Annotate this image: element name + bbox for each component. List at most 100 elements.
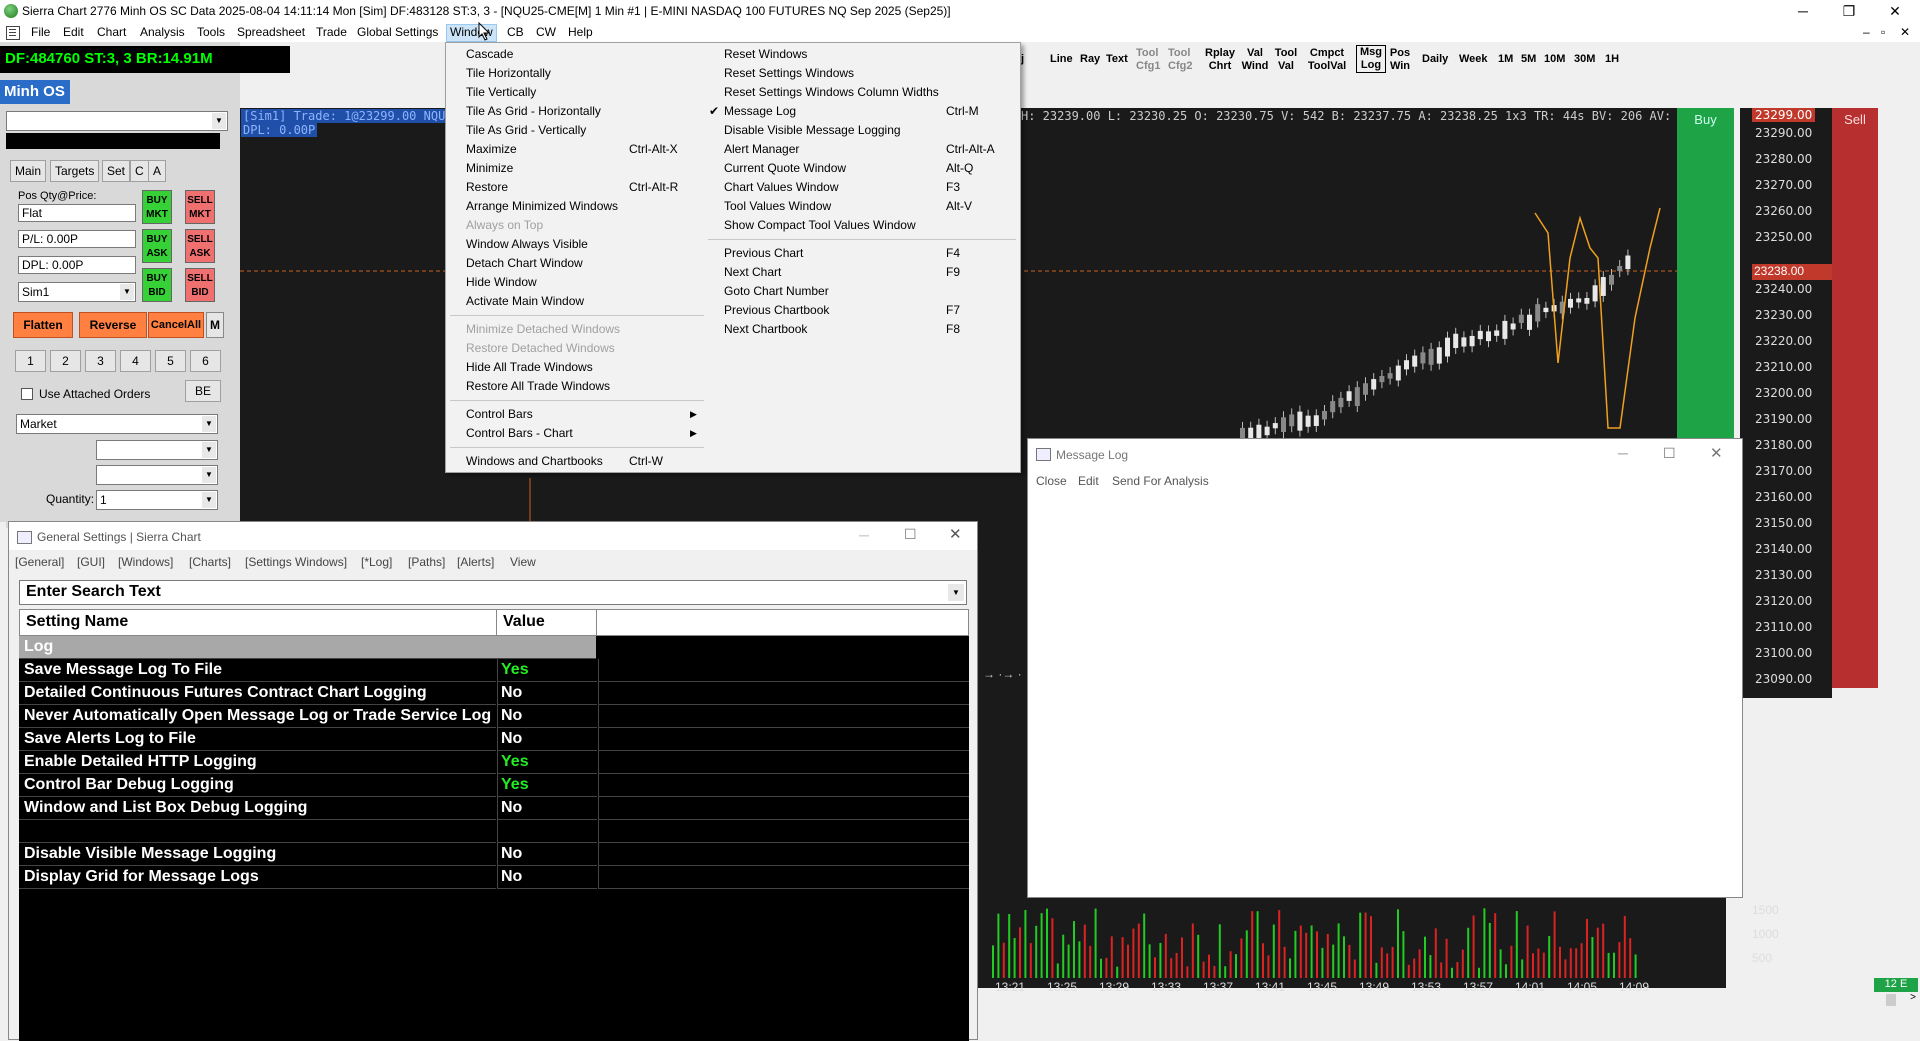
menu-item-restore[interactable]: Restore [466,180,508,194]
menu-item-activate-main-window[interactable]: Activate Main Window [466,294,584,308]
menu-item-next-chart[interactable]: Next Chart [724,265,781,279]
menu-global-settings[interactable]: Global Settings [354,25,441,39]
table-row[interactable]: Detailed Continuous Futures Contract Cha… [19,682,969,705]
gs-tab-view[interactable]: View [510,555,536,569]
tool-cfg2[interactable]: Tool Cfg2 [1168,47,1192,73]
table-row[interactable]: Save Alerts Log to File No [19,728,969,751]
menu-item-goto-chart-number[interactable]: Goto Chart Number [724,284,829,298]
menu-analysis[interactable]: Analysis [137,25,188,39]
tool-text[interactable]: Text [1106,53,1128,66]
menu-trade[interactable]: Trade [313,25,350,39]
setting-value[interactable]: No [497,682,597,705]
price-select-2[interactable]: ▼ [96,465,218,485]
menu-item-disable-visible-logging[interactable]: Disable Visible Message Logging [724,123,901,137]
chevron-right-icon[interactable]: > [1910,992,1916,1003]
table-row[interactable]: Save Message Log To File Yes [19,659,969,682]
chevron-down-icon[interactable]: ▼ [948,584,964,601]
close-button[interactable]: ✕ [1872,0,1918,23]
buy-ask-button[interactable]: BUY ASK [142,229,172,263]
buy-bid-button[interactable]: BUY BID [142,268,172,302]
document-icon[interactable] [6,26,20,40]
menu-item-arrange-minimized[interactable]: Arrange Minimized Windows [466,199,618,213]
menu-item-tile-vertically[interactable]: Tile Vertically [466,85,536,99]
table-row[interactable]: Never Automatically Open Message Log or … [19,705,969,728]
setting-value[interactable]: No [497,705,597,728]
daily-button[interactable]: Daily [1422,53,1448,66]
tab-a[interactable]: A [148,160,167,182]
menu-item-compact-tool-values[interactable]: Show Compact Tool Values Window [724,218,916,232]
tab-c[interactable]: C [130,160,149,182]
menu-item-window-always-visible[interactable]: Window Always Visible [466,237,588,251]
gs-tab-gui[interactable]: [GUI] [77,555,105,569]
buy-column[interactable]: Buy [1677,108,1734,442]
menu-cb[interactable]: CB [504,25,527,39]
search-input[interactable]: Enter Search Text ▼ [19,580,967,605]
maximize-button[interactable]: ☐ [904,526,917,543]
table-row[interactable]: Disable Visible Message Logging No [19,843,969,866]
menu-spreadsheet[interactable]: Spreadsheet [234,25,308,39]
sell-ask-button[interactable]: SELL ASK [185,229,215,263]
menu-item-control-bars[interactable]: Control Bars [466,407,533,421]
menu-item-previous-chart[interactable]: Previous Chart [724,246,803,260]
menu-cw[interactable]: CW [533,25,559,39]
10m-button[interactable]: 10M [1544,53,1565,66]
qty-button-4[interactable]: 4 [120,350,151,372]
msglog-send-for-analysis[interactable]: Send For Analysis [1112,474,1209,488]
1m-button[interactable]: 1M [1498,53,1513,66]
msglog-close[interactable]: Close [1036,474,1067,488]
m-button[interactable]: M [206,312,224,338]
gs-tab-paths[interactable]: [Paths] [408,555,445,569]
val-wind-button[interactable]: Val Wind [1240,47,1270,73]
quantity-input[interactable]: 1 ▼ [96,490,218,510]
cancel-all-button[interactable]: CancelAll [148,312,204,338]
tab-set[interactable]: Set [102,160,131,182]
tab-targets[interactable]: Targets [50,160,100,182]
setting-value[interactable]: No [497,797,597,820]
setting-value[interactable]: No [497,843,597,866]
minimize-button[interactable]: ─ [1618,445,1628,461]
menu-tools[interactable]: Tools [194,25,228,39]
minimize-button[interactable]: ─ [859,527,869,543]
1h-button[interactable]: 1H [1605,53,1619,66]
menu-item-hide-all-trade-windows[interactable]: Hide All Trade Windows [466,360,593,374]
setting-value[interactable]: No [497,866,597,889]
menu-item-tile-grid-horizontally[interactable]: Tile As Grid - Horizontally [466,104,601,118]
qty-button-5[interactable]: 5 [155,350,186,372]
menu-item-windows-and-chartbooks[interactable]: Windows and Chartbooks [466,454,603,468]
close-button[interactable]: ✕ [949,525,962,543]
child-restore-button[interactable]: ▫ [1878,25,1888,39]
setting-value[interactable]: No [497,728,597,751]
30m-button[interactable]: 30M [1574,53,1595,66]
sell-column[interactable]: Sell [1832,108,1878,688]
gs-tab-log[interactable]: [*Log] [361,555,392,569]
menu-item-chart-values-window[interactable]: Chart Values Window [724,180,839,194]
child-close-button[interactable]: ✕ [1897,25,1913,39]
horizontal-scrollbar[interactable]: > [980,992,1920,1008]
menu-file[interactable]: File [28,25,53,39]
menu-item-next-chartbook[interactable]: Next Chartbook [724,322,807,336]
tool-ray[interactable]: Ray [1080,53,1100,66]
menu-item-current-quote-window[interactable]: Current Quote Window [724,161,846,175]
menu-item-reset-windows[interactable]: Reset Windows [724,47,807,61]
sell-bid-button[interactable]: SELL BID [185,268,215,302]
compact-toolval-button[interactable]: Cmpct ToolVal [1305,47,1349,73]
menu-item-cascade[interactable]: Cascade [466,47,513,61]
symbol-select[interactable]: ▼ [6,111,228,131]
5m-button[interactable]: 5M [1521,53,1536,66]
gs-tab-settings-windows[interactable]: [Settings Windows] [245,555,347,569]
child-minimize-button[interactable]: ‒ [1860,25,1873,39]
maximize-button[interactable]: ☐ [1663,445,1676,462]
qty-button-3[interactable]: 3 [85,350,116,372]
menu-item-tile-grid-vertically[interactable]: Tile As Grid - Vertically [466,123,586,137]
close-button[interactable]: ✕ [1710,444,1723,462]
menu-chart[interactable]: Chart [94,25,129,39]
attached-orders-checkbox[interactable] [21,388,33,400]
menu-item-detach-chart-window[interactable]: Detach Chart Window [466,256,583,270]
menu-item-tool-values-window[interactable]: Tool Values Window [724,199,831,213]
account-select[interactable]: Sim1 ▼ [18,282,136,302]
menu-item-restore-all-trade-windows[interactable]: Restore All Trade Windows [466,379,610,393]
menu-item-control-bars-chart[interactable]: Control Bars - Chart [466,426,573,440]
table-row[interactable]: Display Grid for Message Logs No [19,866,969,889]
replay-chart-button[interactable]: Rplay Chrt [1205,47,1235,73]
be-button[interactable]: BE [185,380,221,402]
